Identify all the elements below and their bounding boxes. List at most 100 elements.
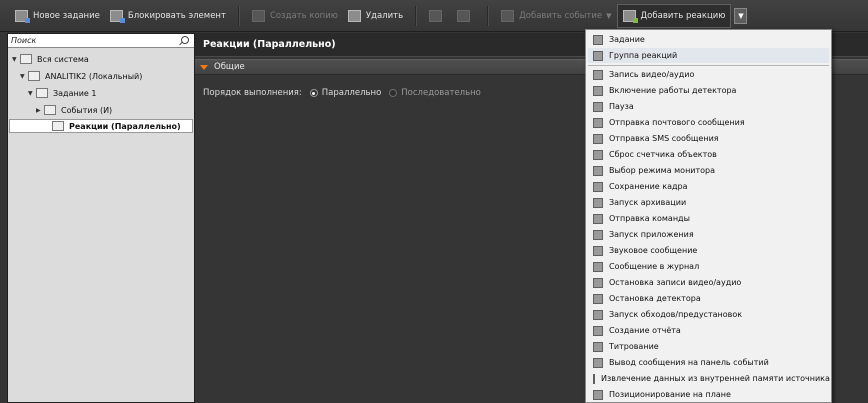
server-icon [28, 71, 40, 81]
create-copy-label: Создать копию [269, 10, 338, 21]
menu-item-label: Запись видео/аудио [609, 70, 695, 79]
expand-toggle-icon[interactable]: ▼ [20, 73, 28, 80]
tree-item-server[interactable]: ▼ ANALITIK2 (Локальный) [20, 69, 142, 83]
frame-save-icon [593, 181, 603, 192]
menu-item-label: Включение работы детектора [609, 86, 737, 95]
copy-icon [251, 9, 265, 22]
menu-item-label: Звуковое сообщение [609, 246, 698, 255]
tree-item-label: Реакции (Параллельно) [69, 121, 181, 131]
menu-item-label: Остановка записи видео/аудио [609, 278, 742, 287]
parallel-radio[interactable] [309, 89, 318, 97]
menu-item[interactable]: Позиционирование на плане [588, 387, 829, 402]
menu-item[interactable]: Включение работы детектора [588, 83, 829, 98]
menu-item[interactable]: Запуск обходов/предустановок [588, 307, 829, 322]
toolbar-separator [415, 5, 418, 26]
menu-item[interactable]: Сообщение в журнал [588, 259, 829, 274]
menu-item[interactable]: Вывод сообщения на панель событий [588, 355, 829, 370]
menu-item-label: Титрование [609, 342, 659, 351]
menu-item[interactable]: Титрование [588, 339, 829, 354]
parallel-radio-label[interactable]: Параллельно [322, 88, 382, 98]
move-up-button[interactable] [424, 5, 452, 27]
section-label: Общие [214, 62, 245, 72]
move-down-button[interactable] [452, 5, 480, 27]
delete-button[interactable]: Удалить [343, 5, 408, 27]
menu-separator [588, 65, 829, 66]
tree-item-label: ANALITIK2 (Локальный) [45, 71, 143, 81]
menu-item[interactable]: Выбор режима монитора [588, 163, 829, 178]
move-up-icon [429, 9, 443, 22]
search-input[interactable]: Поиск [8, 34, 194, 48]
tree-item-reactions[interactable]: Реакции (Параллельно) [9, 119, 193, 133]
app-launch-icon [593, 229, 603, 240]
expand-toggle-icon[interactable]: ▼ [28, 90, 36, 97]
collapse-arrow-icon [200, 64, 208, 70]
block-element-icon [109, 9, 125, 23]
search-icon[interactable] [181, 36, 189, 44]
menu-item[interactable]: Звуковое сообщение [588, 243, 829, 258]
task-icon [36, 88, 48, 98]
menu-item-label: Позиционирование на плане [609, 390, 731, 399]
menu-item-label: Запуск обходов/предустановок [609, 310, 743, 319]
menu-item[interactable]: Запись видео/аудио [588, 67, 829, 82]
detector-stop-icon [593, 293, 603, 304]
tree-item-task[interactable]: ▼ Задание 1 [28, 86, 96, 100]
system-icon [20, 54, 32, 64]
menu-item-label: Отправка команды [609, 214, 690, 223]
menu-item[interactable]: Отправка почтового сообщения [588, 115, 829, 130]
menu-item-label: Запуск приложения [609, 230, 694, 239]
mail-icon [593, 117, 603, 128]
add-event-icon [501, 9, 515, 22]
menu-item-label: Сброс счетчика объектов [609, 150, 717, 159]
search-placeholder: Поиск [11, 36, 37, 45]
menu-item-label: Задание [609, 35, 645, 44]
move-down-icon [457, 9, 471, 22]
trash-icon [347, 9, 361, 22]
sequential-radio[interactable] [389, 89, 398, 97]
task-icon [593, 34, 603, 45]
patrol-icon [593, 309, 603, 320]
add-reaction-icon [622, 9, 638, 23]
archive-icon [593, 197, 603, 208]
record-stop-icon [593, 277, 603, 288]
menu-item-label: Извлечение данных из внутренней памяти и… [601, 374, 830, 383]
execution-order-label: Порядок выполнения: [203, 88, 302, 98]
reactions-icon [52, 121, 64, 131]
menu-item[interactable]: Группа реакций [588, 48, 829, 63]
reaction-group-icon [593, 50, 603, 61]
menu-item[interactable]: Извлечение данных из внутренней памяти и… [588, 371, 830, 386]
report-icon [593, 325, 603, 336]
menu-item[interactable]: Сброс счетчика объектов [588, 147, 829, 162]
add-reaction-dropdown-button[interactable]: ▼ [734, 7, 748, 24]
menu-item[interactable]: Отправка SMS сообщения [588, 131, 829, 146]
menu-item[interactable]: Запуск приложения [588, 227, 829, 242]
create-copy-button[interactable]: Создать копию [247, 5, 343, 27]
video-record-icon [593, 69, 603, 80]
execution-order-row: Порядок выполнения: Параллельно Последов… [203, 86, 481, 100]
tree-item-label: Вся система [37, 54, 89, 64]
expand-toggle-icon[interactable]: ▼ [12, 56, 20, 63]
detector-on-icon [593, 85, 603, 96]
tree-item-system[interactable]: ▼ Вся система [12, 52, 89, 66]
pause-icon [593, 101, 603, 112]
monitor-mode-icon [593, 165, 603, 176]
menu-item[interactable]: Создание отчёта [588, 323, 829, 338]
new-task-button[interactable]: Новое задание [10, 5, 105, 27]
tree-item-events[interactable]: ▶ События (И) [36, 103, 112, 117]
menu-item[interactable]: Отправка команды [588, 211, 829, 226]
menu-item[interactable]: Пауза [588, 99, 829, 114]
add-event-button[interactable]: Добавить событие ▼ [496, 5, 616, 27]
block-element-button[interactable]: Блокировать элемент [105, 5, 231, 27]
menu-item[interactable]: Остановка детектора [588, 291, 829, 306]
expand-toggle-icon[interactable]: ▶ [36, 107, 44, 114]
menu-item[interactable]: Остановка записи видео/аудио [588, 275, 829, 290]
menu-item[interactable]: Задание [588, 32, 829, 47]
data-extract-icon [593, 373, 595, 384]
menu-item-label: Сохранение кадра [609, 182, 688, 191]
menu-item[interactable]: Запуск архивации [588, 195, 829, 210]
menu-item-label: Выбор режима монитора [609, 166, 716, 175]
menu-item[interactable]: Сохранение кадра [588, 179, 829, 194]
tree-item-label: События (И) [61, 105, 113, 115]
add-reaction-button[interactable]: Добавить реакцию [616, 3, 732, 28]
sequential-radio-label[interactable]: Последовательно [401, 88, 481, 98]
toolbar: Новое задание Блокировать элемент Создат… [0, 0, 868, 32]
